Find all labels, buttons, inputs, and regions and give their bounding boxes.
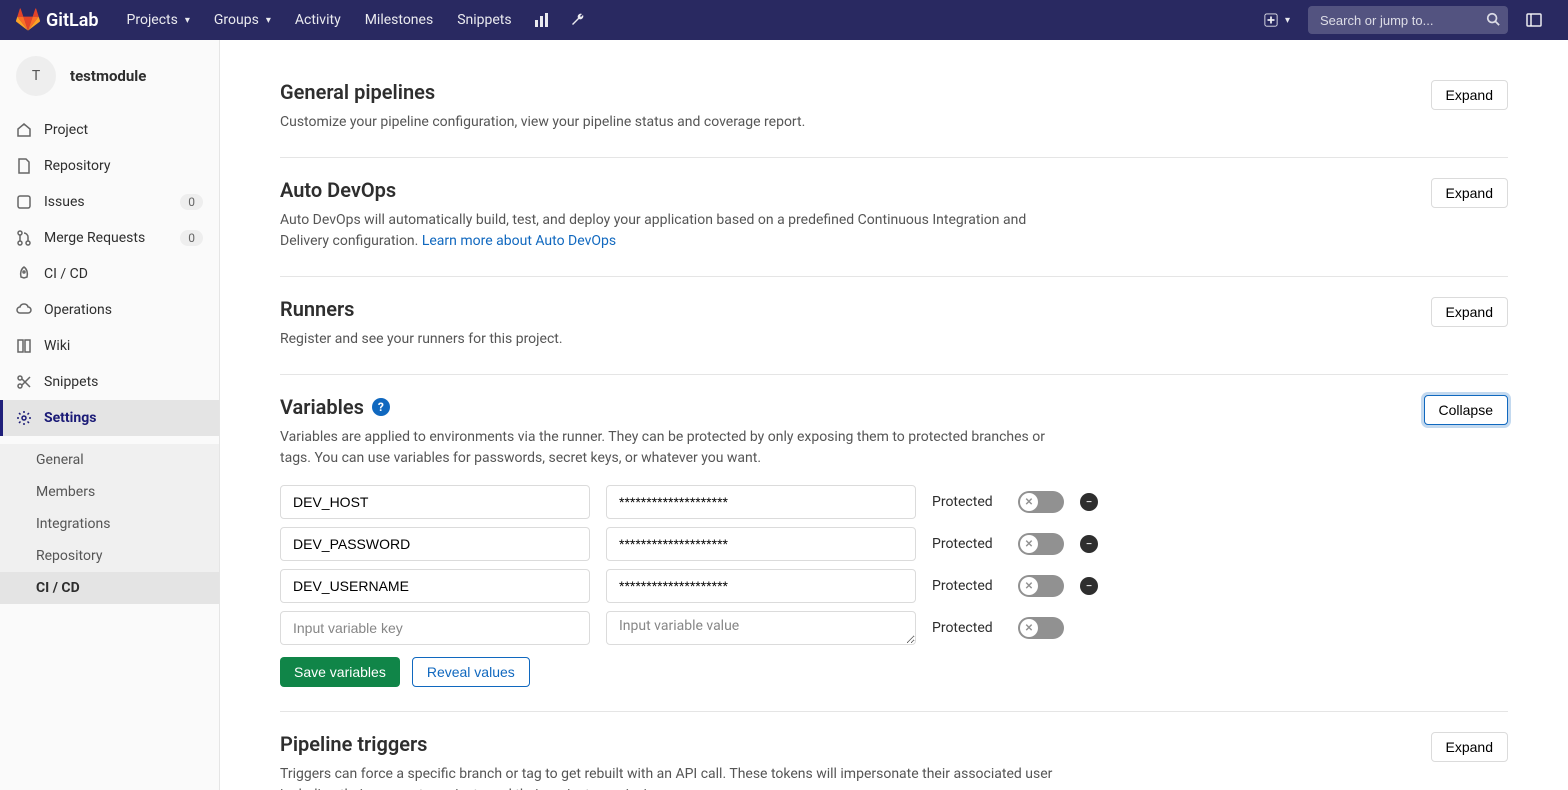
section-title: Variables? — [280, 395, 1404, 419]
section-desc: Variables are applied to environments vi… — [280, 427, 1060, 469]
section-pipeline-triggers: Pipeline triggers Triggers can force a s… — [280, 712, 1508, 790]
protected-toggle[interactable] — [1018, 533, 1064, 555]
gear-icon — [16, 410, 32, 426]
navbar-right — [1254, 0, 1552, 40]
merge-icon — [16, 230, 32, 246]
section-variables: Variables? Variables are applied to envi… — [280, 375, 1508, 712]
sidebar-item-snippets[interactable]: Snippets — [0, 364, 219, 400]
gitlab-icon — [16, 8, 40, 32]
book-icon — [16, 338, 32, 354]
variable-key-input[interactable] — [280, 611, 590, 645]
variable-key-input[interactable] — [280, 527, 590, 561]
search-icon — [1486, 12, 1500, 30]
doc-icon — [16, 158, 32, 174]
sidebar-item-cicd[interactable]: CI / CD — [0, 256, 219, 292]
section-auto-devops: Auto DevOps Auto DevOps will automatical… — [280, 158, 1508, 277]
protected-label: Protected — [932, 578, 1002, 594]
section-title: Runners — [280, 297, 1411, 321]
collapse-button[interactable]: Collapse — [1424, 395, 1508, 425]
variable-value-input[interactable] — [606, 485, 916, 519]
variable-value-input[interactable] — [606, 527, 916, 561]
protected-label: Protected — [932, 494, 1002, 510]
variables-actions: Save variables Reveal values — [280, 657, 1508, 687]
variable-row: Protected − — [280, 485, 1508, 519]
sidebar-item-project[interactable]: Project — [0, 112, 219, 148]
protected-toggle[interactable] — [1018, 617, 1064, 639]
project-avatar: T — [16, 56, 56, 96]
learn-more-link[interactable]: Learn more about Auto DevOps — [422, 233, 616, 249]
mr-badge: 0 — [180, 230, 203, 246]
expand-button[interactable]: Expand — [1431, 732, 1508, 762]
expand-button[interactable]: Expand — [1431, 297, 1508, 327]
sidebar-item-operations[interactable]: Operations — [0, 292, 219, 328]
nav-milestones[interactable]: Milestones — [353, 0, 446, 40]
nav-sidebar-toggle-icon[interactable] — [1516, 0, 1552, 40]
rocket-icon — [16, 266, 32, 282]
remove-button[interactable]: − — [1080, 577, 1098, 595]
section-desc: Register and see your runners for this p… — [280, 329, 1060, 350]
nav-snippets[interactable]: Snippets — [445, 0, 523, 40]
search-wrap — [1308, 6, 1508, 34]
sidebar-item-settings[interactable]: Settings — [0, 400, 219, 436]
remove-button[interactable]: − — [1080, 535, 1098, 553]
settings-sub-members[interactable]: Members — [0, 476, 219, 508]
nav-activity[interactable]: Activity — [283, 0, 353, 40]
settings-sub-general[interactable]: General — [0, 444, 219, 476]
sidebar-item-merge-requests[interactable]: Merge Requests0 — [0, 220, 219, 256]
scissors-icon — [16, 374, 32, 390]
issues-icon — [16, 194, 32, 210]
top-navbar: GitLab Projects Groups Activity Mileston… — [0, 0, 1568, 40]
variable-key-input[interactable] — [280, 485, 590, 519]
section-title: Pipeline triggers — [280, 732, 1411, 756]
variable-row: Protected − — [280, 527, 1508, 561]
issues-badge: 0 — [180, 194, 203, 210]
section-desc: Customize your pipeline configuration, v… — [280, 112, 1060, 133]
section-title: General pipelines — [280, 80, 1411, 104]
reveal-values-button[interactable]: Reveal values — [412, 657, 530, 687]
remove-button[interactable]: − — [1080, 493, 1098, 511]
settings-sub-integrations[interactable]: Integrations — [0, 508, 219, 540]
protected-label: Protected — [932, 620, 1002, 636]
expand-button[interactable]: Expand — [1431, 178, 1508, 208]
nav-chart-icon[interactable] — [524, 0, 560, 40]
variable-key-input[interactable] — [280, 569, 590, 603]
variable-value-input[interactable] — [606, 611, 916, 645]
save-variables-button[interactable]: Save variables — [280, 657, 400, 687]
nav-wrench-icon[interactable] — [560, 0, 596, 40]
side-nav: Project Repository Issues0 Merge Request… — [0, 112, 219, 444]
variable-row: Protected − — [280, 569, 1508, 603]
section-general-pipelines: General pipelines Customize your pipelin… — [280, 60, 1508, 158]
section-desc: Auto DevOps will automatically build, te… — [280, 210, 1060, 252]
protected-toggle[interactable] — [1018, 575, 1064, 597]
variable-row-new: Protected — [280, 611, 1508, 645]
settings-submenu: General Members Integrations Repository … — [0, 444, 219, 604]
nav-groups[interactable]: Groups — [202, 0, 283, 40]
help-icon[interactable]: ? — [372, 398, 390, 416]
plus-dropdown[interactable] — [1254, 0, 1300, 40]
sidebar-item-issues[interactable]: Issues0 — [0, 184, 219, 220]
gitlab-logo[interactable]: GitLab — [16, 8, 99, 32]
section-runners: Runners Register and see your runners fo… — [280, 277, 1508, 375]
brand-text: GitLab — [46, 10, 99, 31]
settings-sub-cicd[interactable]: CI / CD — [0, 572, 219, 604]
search-input[interactable] — [1308, 6, 1508, 34]
nav-projects[interactable]: Projects — [115, 0, 202, 40]
variables-table: Protected − Protected − Protected − — [280, 485, 1508, 645]
settings-sub-repository[interactable]: Repository — [0, 540, 219, 572]
sidebar: T testmodule Project Repository Issues0 … — [0, 40, 220, 790]
variable-value-input[interactable] — [606, 569, 916, 603]
section-title: Auto DevOps — [280, 178, 1411, 202]
sidebar-item-repository[interactable]: Repository — [0, 148, 219, 184]
project-name: testmodule — [70, 67, 146, 85]
main-content: General pipelines Customize your pipelin… — [220, 40, 1568, 790]
protected-label: Protected — [932, 536, 1002, 552]
protected-toggle[interactable] — [1018, 491, 1064, 513]
expand-button[interactable]: Expand — [1431, 80, 1508, 110]
section-desc: Triggers can force a specific branch or … — [280, 764, 1060, 790]
sidebar-item-wiki[interactable]: Wiki — [0, 328, 219, 364]
cloud-icon — [16, 302, 32, 318]
project-header[interactable]: T testmodule — [0, 40, 219, 112]
home-icon — [16, 122, 32, 138]
